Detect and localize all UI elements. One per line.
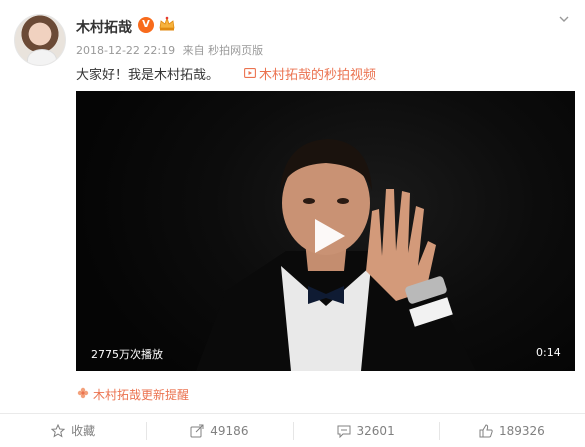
action-bar: 收藏 49186 32601 189326	[0, 413, 585, 447]
repost-button[interactable]: 49186	[146, 414, 292, 447]
timestamp[interactable]: 2018-12-22 22:19	[76, 44, 175, 57]
star-icon	[51, 423, 66, 437]
comment-button[interactable]: 32601	[292, 414, 439, 447]
like-count: 189326	[498, 423, 545, 438]
video-duration: 0:14	[536, 346, 561, 359]
play-button[interactable]	[307, 215, 349, 257]
source: 来自 秒拍网页版	[182, 44, 264, 57]
chevron-down-icon[interactable]	[557, 12, 571, 26]
username[interactable]: 木村拓哉	[76, 17, 132, 37]
thumbs-up-icon	[479, 423, 493, 437]
comment-count: 32601	[356, 423, 395, 438]
video-link[interactable]: 木村拓哉的秒拍视频	[243, 64, 376, 83]
repost-count: 49186	[210, 423, 249, 438]
like-button[interactable]: 189326	[438, 414, 585, 447]
post-meta: 2018-12-22 22:19 来自 秒拍网页版	[76, 42, 267, 58]
verified-badge: V	[138, 17, 154, 33]
favorite-button[interactable]: 收藏	[0, 414, 146, 447]
flower-icon	[77, 387, 89, 399]
favorite-label: 收藏	[71, 424, 96, 438]
play-count: 2775万次播放	[91, 348, 163, 361]
post-text: 大家好！我是木村拓哉。	[76, 68, 220, 83]
share-icon	[190, 424, 204, 437]
crown-icon	[159, 16, 175, 31]
avatar[interactable]	[14, 14, 66, 66]
comment-icon	[337, 425, 351, 438]
update-reminder-link[interactable]: 木村拓哉更新提醒	[93, 386, 189, 403]
